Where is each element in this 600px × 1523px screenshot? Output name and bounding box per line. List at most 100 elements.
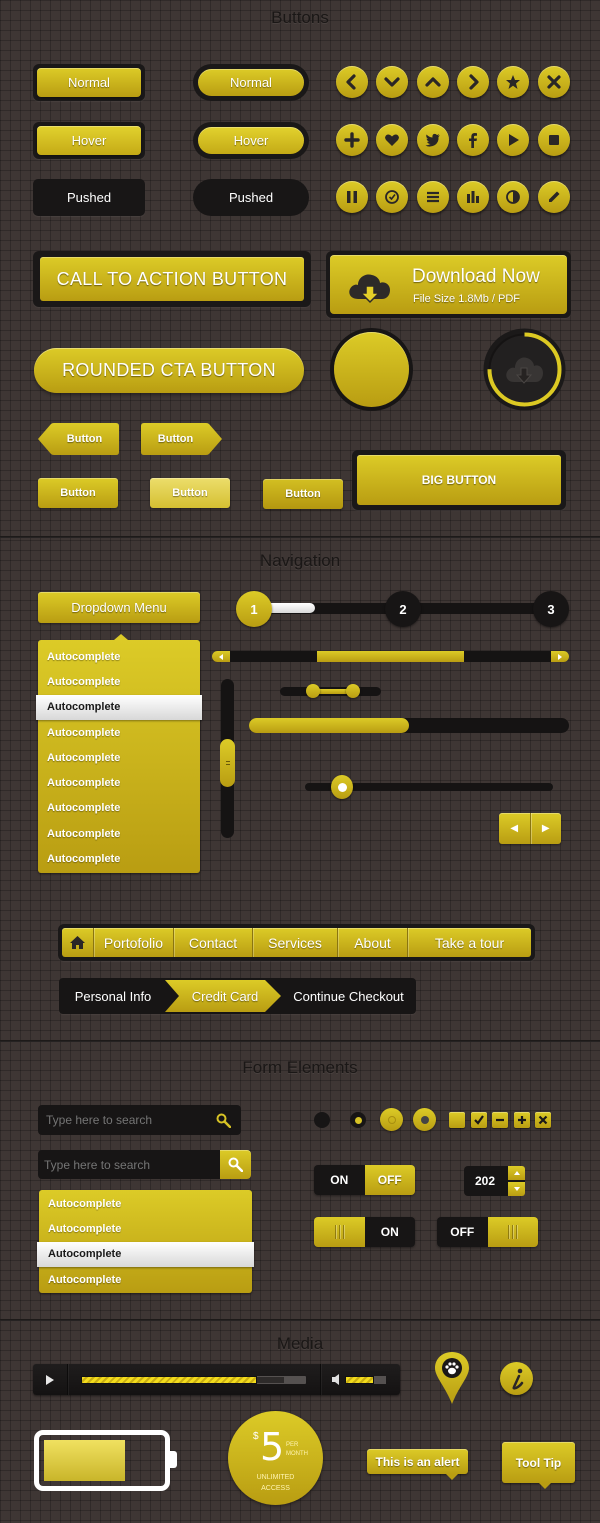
scroll-right-icon[interactable]	[551, 651, 569, 662]
step-1[interactable]: 1	[236, 591, 272, 627]
chevron-down-button[interactable]	[376, 66, 408, 98]
pushed-button[interactable]: Pushed	[33, 179, 145, 216]
stepper-up-button[interactable]	[508, 1166, 525, 1180]
radio-yellow-unselected[interactable]	[380, 1108, 403, 1131]
stop-button[interactable]	[538, 124, 570, 156]
star-button[interactable]	[497, 66, 529, 98]
checkbox-x[interactable]	[535, 1112, 551, 1128]
range-slider-high-handle[interactable]	[345, 684, 360, 698]
menu-item-take-a-tour[interactable]: Take a tour	[408, 928, 531, 957]
vertical-scroll-thumb[interactable]	[220, 739, 235, 788]
on-off-switch[interactable]: ON OFF	[314, 1165, 415, 1195]
rounded-cta-button[interactable]: ROUNDED CTA BUTTON	[34, 348, 304, 393]
slider-handle[interactable]	[331, 775, 354, 799]
map-pin-paw-icon[interactable]	[435, 1352, 469, 1404]
forward-arrow-button[interactable]: Button	[141, 423, 222, 455]
search-icon[interactable]	[216, 1113, 231, 1128]
autocomplete-item[interactable]: Autocomplete	[39, 1216, 252, 1241]
pushed-pill-button[interactable]: Pushed	[193, 179, 309, 216]
checkbox-plus[interactable]	[513, 1112, 530, 1128]
horizontal-scrollbar[interactable]	[212, 651, 569, 662]
play-button[interactable]	[33, 1364, 68, 1395]
price-amount: 5	[260, 1425, 285, 1469]
play-button[interactable]	[497, 124, 529, 156]
stepper-down-button[interactable]	[508, 1182, 525, 1196]
media-player	[33, 1364, 400, 1395]
menu-item-about[interactable]: About	[338, 928, 408, 957]
small-button-normal[interactable]: Button	[38, 478, 118, 508]
menu-item-portofolio[interactable]: Portofolio	[94, 928, 174, 957]
radio-empty[interactable]	[314, 1112, 330, 1128]
breadcrumb-step-credit-card[interactable]: Credit Card	[179, 978, 271, 1014]
dropdown-item[interactable]: Autocomplete	[38, 644, 200, 669]
radio-selected[interactable]	[350, 1112, 366, 1128]
twitter-button[interactable]	[417, 124, 449, 156]
checkbox-check[interactable]	[470, 1112, 487, 1128]
dropdown-item[interactable]: Autocomplete	[38, 770, 200, 795]
pencil-button[interactable]	[538, 181, 570, 213]
horizontal-scroll-thumb[interactable]	[316, 651, 465, 662]
stepper-value[interactable]: 202	[464, 1166, 506, 1196]
download-progress-ring[interactable]	[483, 328, 566, 411]
breadcrumb-step-personal-info[interactable]: Personal Info	[59, 978, 167, 1014]
dropdown-item[interactable]: Autocomplete	[38, 720, 200, 745]
volume-bar[interactable]	[345, 1376, 386, 1384]
menu-item-services[interactable]: Services	[253, 928, 338, 957]
slide-switch-on[interactable]: ON	[314, 1217, 415, 1247]
search-input-1[interactable]	[38, 1105, 208, 1135]
chevron-up-button[interactable]	[417, 66, 449, 98]
big-button[interactable]: BIG BUTTON	[357, 455, 561, 505]
switch-knob[interactable]	[314, 1217, 365, 1247]
pager-prev-button[interactable]: ◀	[499, 813, 531, 844]
autocomplete-item[interactable]: Autocomplete	[39, 1267, 252, 1292]
hover-pill-button[interactable]: Hover	[198, 127, 304, 154]
search-button[interactable]	[220, 1150, 251, 1179]
bar-chart-button[interactable]	[457, 181, 489, 213]
close-button[interactable]	[538, 66, 570, 98]
switch-knob[interactable]	[487, 1217, 538, 1247]
menu-button[interactable]	[417, 181, 449, 213]
chevron-left-button[interactable]	[336, 66, 368, 98]
contrast-button[interactable]	[497, 181, 529, 213]
dropdown-menu-button[interactable]: Dropdown Menu	[38, 592, 200, 623]
normal-button[interactable]: Normal	[37, 68, 141, 97]
breadcrumb-step-continue-checkout[interactable]: Continue Checkout	[281, 978, 416, 1014]
autocomplete-item[interactable]: Autocomplete	[37, 1241, 254, 1267]
dropdown-item[interactable]: Autocomplete	[38, 796, 200, 821]
hover-button[interactable]: Hover	[37, 126, 141, 155]
dropdown-item[interactable]: Autocomplete	[38, 745, 200, 770]
volume-icon[interactable]	[332, 1374, 342, 1385]
normal-pill-button[interactable]: Normal	[198, 69, 304, 96]
back-arrow-button[interactable]: Button	[38, 423, 119, 455]
dropdown-item[interactable]: Autocomplete	[36, 694, 202, 720]
facebook-button[interactable]	[457, 124, 489, 156]
pager-next-button[interactable]: ▶	[531, 813, 562, 844]
menu-home-button[interactable]	[62, 928, 94, 957]
autocomplete-item[interactable]: Autocomplete	[39, 1191, 252, 1216]
dropdown-item[interactable]: Autocomplete	[38, 846, 200, 871]
pause-button[interactable]	[336, 181, 368, 213]
scroll-left-icon[interactable]	[212, 651, 230, 662]
seek-bar[interactable]	[81, 1376, 306, 1384]
heart-button[interactable]	[376, 124, 408, 156]
circle-button[interactable]	[334, 332, 409, 407]
menu-item-contact[interactable]: Contact	[174, 928, 253, 957]
dropdown-item[interactable]: Autocomplete	[38, 821, 200, 846]
checkbox-empty[interactable]	[449, 1112, 465, 1128]
checkbox-minus[interactable]	[492, 1112, 508, 1128]
call-to-action-button[interactable]: CALL TO ACTION BUTTON	[40, 257, 304, 301]
step-3[interactable]: 3	[533, 591, 569, 627]
radio-yellow-selected[interactable]	[413, 1108, 436, 1131]
vertical-scrollbar[interactable]	[220, 679, 235, 838]
search-input-2[interactable]	[38, 1150, 220, 1179]
chevron-right-button[interactable]	[457, 66, 489, 98]
step-2[interactable]: 2	[385, 591, 421, 627]
dropdown-item[interactable]: Autocomplete	[38, 669, 200, 694]
download-now-button[interactable]: Download Now File Size 1.8Mb / PDF	[330, 255, 567, 314]
slide-switch-off[interactable]: OFF	[437, 1217, 538, 1247]
info-button[interactable]	[500, 1362, 533, 1395]
clock-button[interactable]	[376, 181, 408, 213]
small-button-pressed[interactable]: Button	[263, 479, 343, 509]
plus-button[interactable]	[336, 124, 368, 156]
small-button-hover[interactable]: Button	[150, 478, 230, 508]
